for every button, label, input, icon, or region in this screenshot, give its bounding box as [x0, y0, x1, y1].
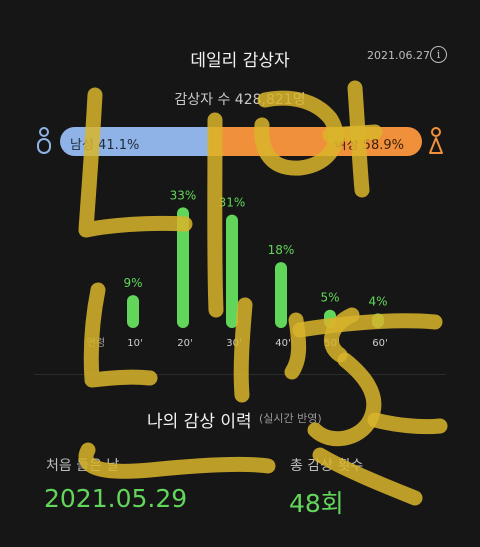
age-value-label: 4%: [368, 294, 387, 308]
age-category-label: 20': [177, 338, 192, 349]
age-bar: [127, 295, 139, 328]
history-title: 나의 감상 이력: [147, 412, 252, 432]
age-category-label: 60': [372, 338, 387, 349]
age-bar: [324, 309, 336, 328]
male-segment: 남성 41.1%: [60, 127, 209, 156]
female-segment: 여성 58.9%: [208, 127, 422, 156]
date-label: 2021.06.27: [367, 49, 430, 62]
female-share-label: 여성 58.9%: [334, 138, 404, 153]
age-bar: [372, 313, 384, 328]
age-value-label: 31%: [219, 196, 246, 210]
age-bar: [177, 207, 189, 328]
age-bar: [226, 214, 238, 328]
first-listen-value: 2021.05.29: [44, 484, 188, 513]
age-bar: [275, 262, 287, 328]
age-category-label: 40': [275, 338, 290, 349]
age-value-label: 5%: [320, 291, 339, 305]
age-value-label: 18%: [268, 243, 295, 257]
female-icon: [429, 127, 443, 154]
age-distribution-chart: 9% 10' 33% 20' 31% 30' 18% 40' 5% 50' 4% 60' 연령: [87, 188, 388, 349]
age-axis-label: 연령: [87, 337, 105, 349]
total-plays-label: 총 감상 횟수: [290, 458, 364, 474]
age-category-label: 50': [324, 338, 339, 349]
listener-count: 감상자 수 428,821명: [174, 92, 306, 108]
age-category-label: 30': [226, 338, 241, 349]
age-category-label: 10': [127, 338, 142, 349]
history-subtitle: (실시간 반영): [259, 412, 322, 425]
age-value-label: 33%: [170, 188, 197, 202]
info-icon[interactable]: i: [430, 46, 447, 63]
section-divider: [34, 374, 446, 375]
gender-ratio-bar: 남성 41.1% 여성 58.9%: [60, 127, 422, 156]
male-share-label: 남성 41.1%: [70, 138, 140, 153]
total-plays-value: 48회: [289, 489, 344, 518]
first-listen-label: 처음 들은 날: [46, 458, 120, 474]
age-value-label: 9%: [123, 276, 142, 290]
male-icon: [37, 127, 51, 154]
